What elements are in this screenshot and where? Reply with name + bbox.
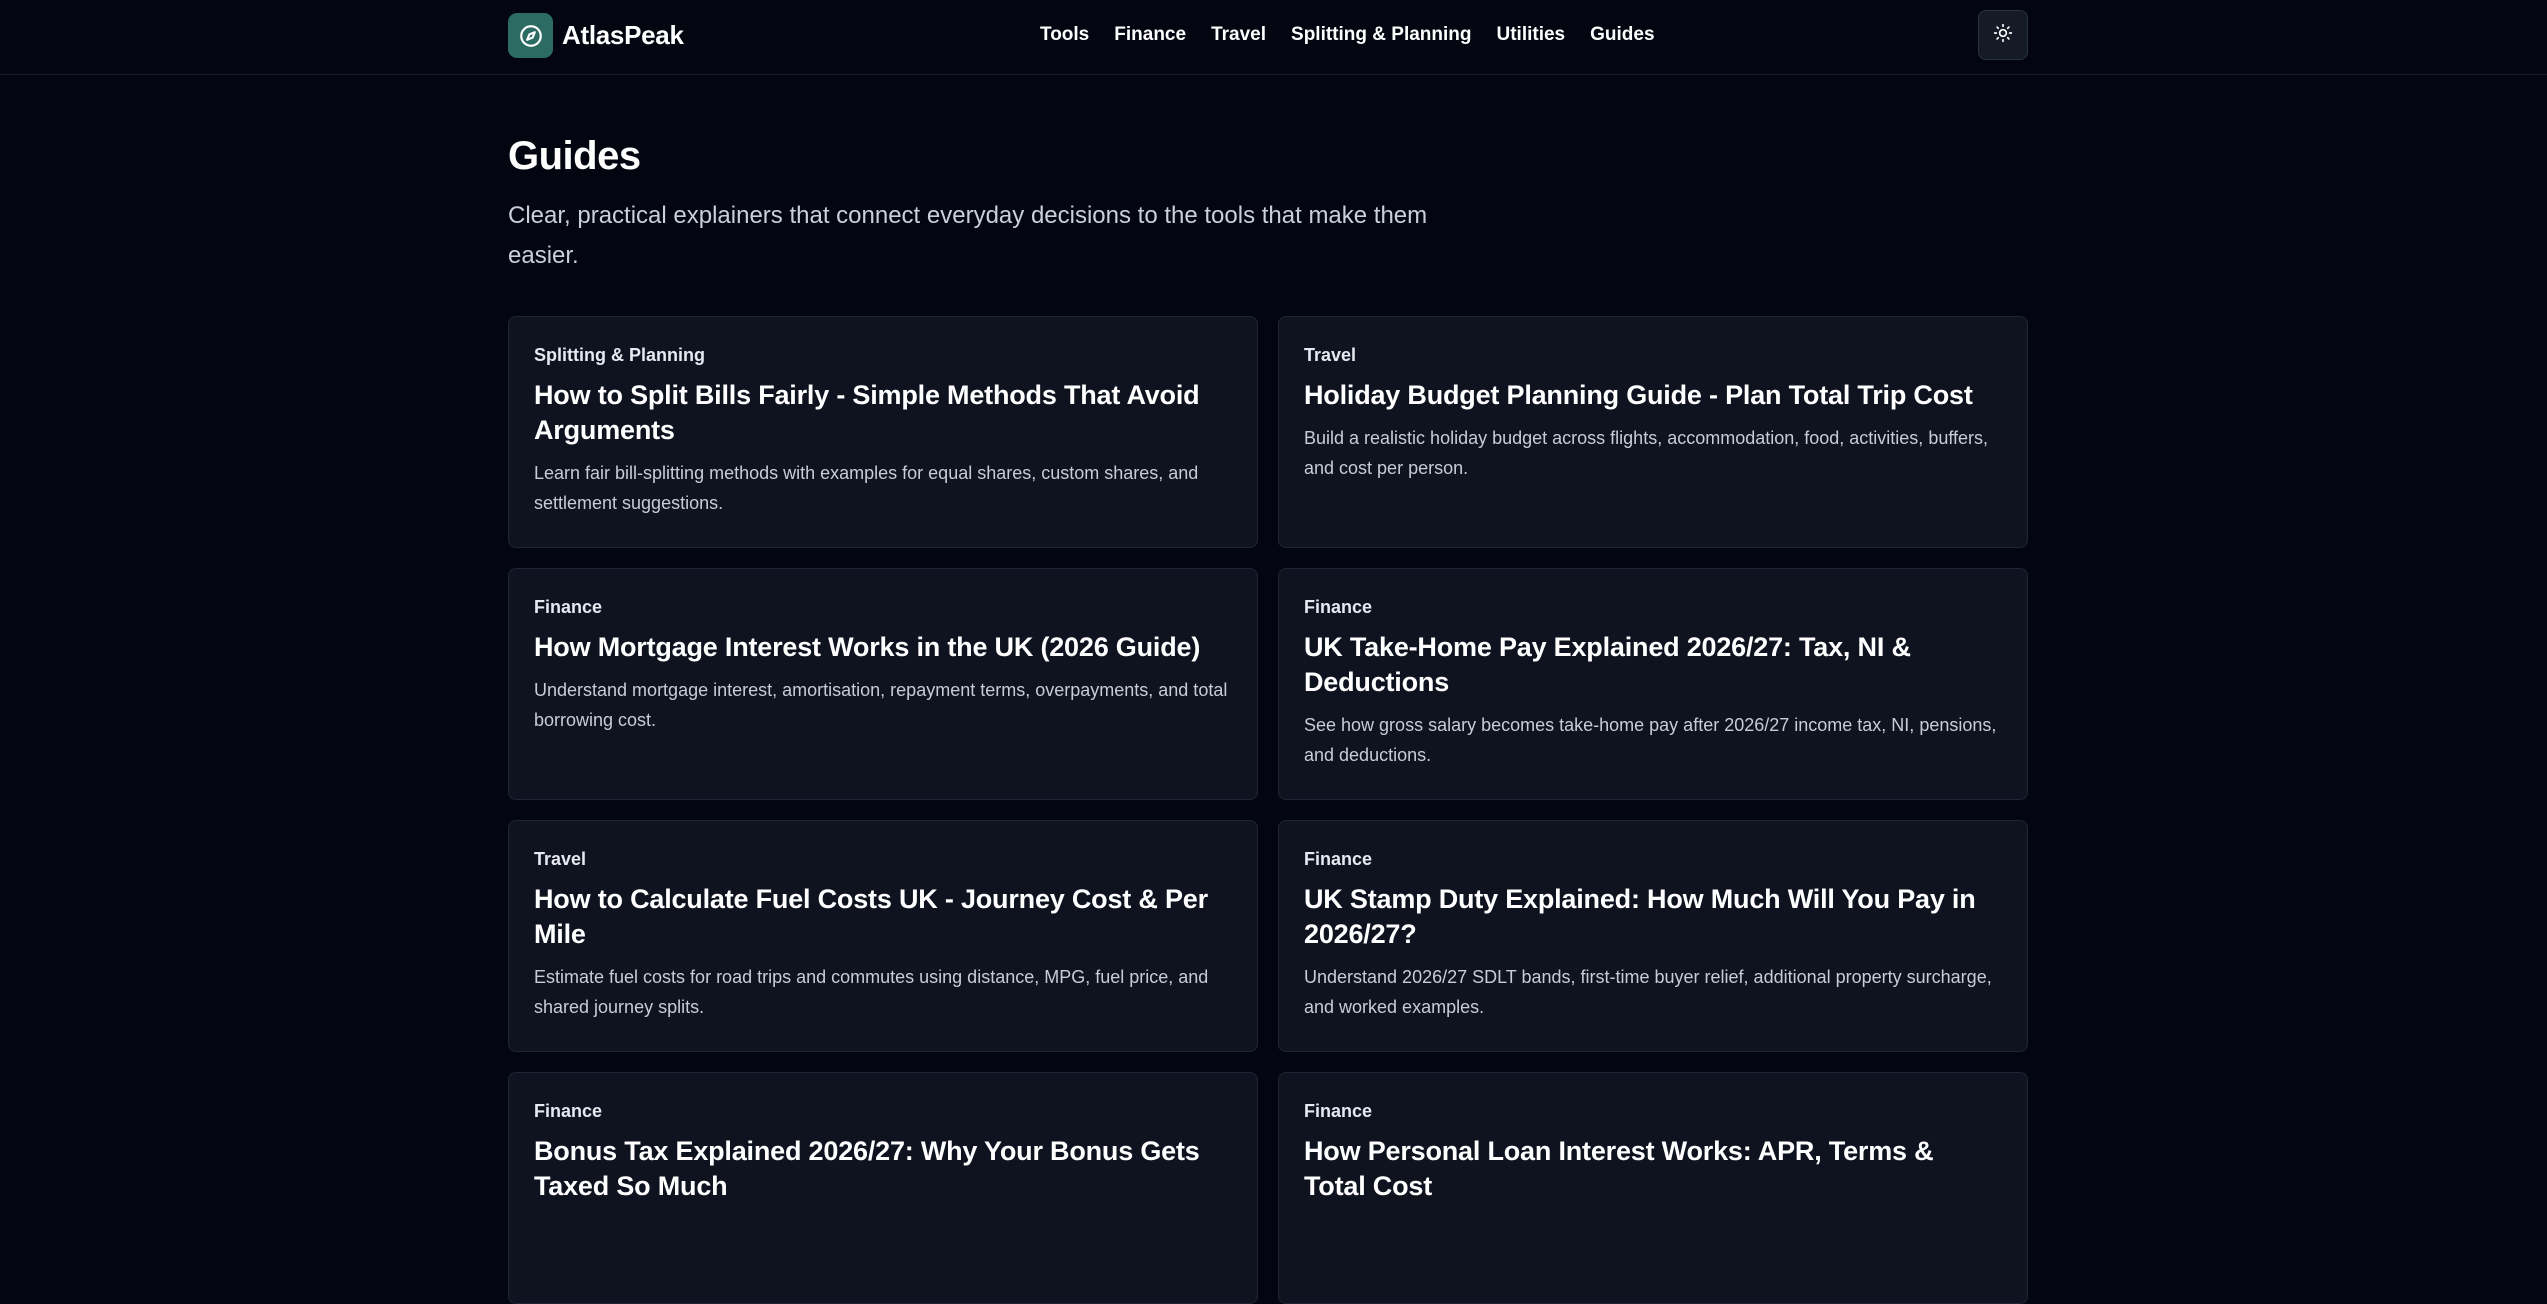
guide-description: Build a realistic holiday budget across … <box>1304 428 1989 478</box>
top-navigation-bar: AtlasPeak Tools Finance Travel Splitting… <box>0 0 2547 75</box>
guide-title[interactable]: UK Stamp Duty Explained: How Much Will Y… <box>1304 882 2002 952</box>
guide-category: Finance <box>534 1101 603 1121</box>
guide-category: Splitting & Planning <box>534 345 705 365</box>
guide-card[interactable]: Finance UK Stamp Duty Explained: How Muc… <box>1278 820 2028 1052</box>
nav-splitting-planning[interactable]: Splitting & Planning <box>1291 24 1471 46</box>
guide-card[interactable]: Travel How to Calculate Fuel Costs UK - … <box>508 820 1258 1052</box>
nav-travel[interactable]: Travel <box>1211 24 1266 46</box>
guide-category: Finance <box>534 597 603 617</box>
guide-title[interactable]: How Personal Loan Interest Works: APR, T… <box>1304 1134 2002 1204</box>
guide-description: Learn fair bill-splitting methods with e… <box>534 463 1199 513</box>
guide-description: Estimate fuel costs for road trips and c… <box>534 967 1209 1017</box>
sun-icon <box>1993 23 2013 48</box>
compass-icon <box>508 13 553 58</box>
guide-category: Finance <box>1304 849 1373 869</box>
guide-title[interactable]: Holiday Budget Planning Guide - Plan Tot… <box>1304 378 2002 413</box>
guide-description: Understand 2026/27 SDLT bands, first-tim… <box>1304 967 1992 1017</box>
nav-utilities[interactable]: Utilities <box>1497 24 1566 46</box>
page-description: Clear, practical explainers that connect… <box>508 202 1428 269</box>
theme-toggle-button[interactable] <box>1978 10 2028 60</box>
nav-finance[interactable]: Finance <box>1114 24 1186 46</box>
guide-card[interactable]: Splitting & Planning How to Split Bills … <box>508 316 1258 548</box>
guide-description: Understand mortgage interest, amortisati… <box>534 680 1228 730</box>
nav-guides[interactable]: Guides <box>1590 24 1654 46</box>
guide-card[interactable]: Finance How Personal Loan Interest Works… <box>1278 1072 2028 1304</box>
guide-title[interactable]: UK Take-Home Pay Explained 2026/27: Tax,… <box>1304 630 2002 700</box>
guide-category: Travel <box>1304 345 1357 365</box>
brand-logo-link[interactable]: AtlasPeak <box>508 13 684 58</box>
guide-title[interactable]: Bonus Tax Explained 2026/27: Why Your Bo… <box>534 1134 1232 1204</box>
guides-grid: Splitting & Planning How to Split Bills … <box>508 316 2028 1304</box>
guide-category: Finance <box>1304 1101 1373 1121</box>
guide-title[interactable]: How to Calculate Fuel Costs UK - Journey… <box>534 882 1232 952</box>
guide-card[interactable]: Finance UK Take-Home Pay Explained 2026/… <box>1278 568 2028 800</box>
nav-tools[interactable]: Tools <box>1040 24 1089 46</box>
guide-category: Travel <box>534 849 587 869</box>
guide-category: Finance <box>1304 597 1373 617</box>
page-title: Guides <box>508 134 641 178</box>
guide-title[interactable]: How Mortgage Interest Works in the UK (2… <box>534 630 1232 665</box>
main-nav: Tools Finance Travel Splitting & Plannin… <box>1040 24 1655 46</box>
guide-card[interactable]: Finance How Mortgage Interest Works in t… <box>508 568 1258 800</box>
brand-name: AtlasPeak <box>562 20 684 50</box>
guide-card[interactable]: Finance Bonus Tax Explained 2026/27: Why… <box>508 1072 1258 1304</box>
guide-title[interactable]: How to Split Bills Fairly - Simple Metho… <box>534 378 1232 448</box>
guide-card[interactable]: Travel Holiday Budget Planning Guide - P… <box>1278 316 2028 548</box>
guide-description: See how gross salary becomes take-home p… <box>1304 715 1997 765</box>
